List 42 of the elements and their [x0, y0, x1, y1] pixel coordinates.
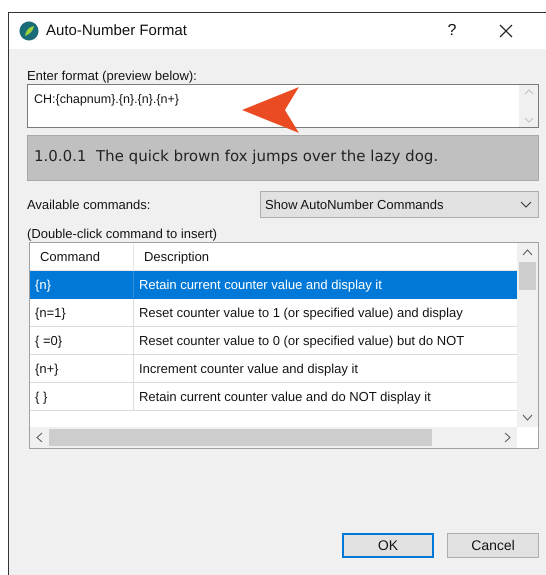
- preview-text: 1.0.0.1 The quick brown fox jumps over the lazy dog.: [27, 135, 539, 181]
- description-cell-text: Reset counter value to 0 (or specified value) but do NOT: [138, 332, 466, 350]
- description-cell-text: Reset counter value to 1 (or specified value) and display: [138, 304, 464, 322]
- description-cell-text: Increment counter value and display it: [138, 360, 359, 378]
- scroll-up-icon: [524, 89, 534, 95]
- command-cell: { }: [30, 383, 134, 410]
- horizontal-scrollbar[interactable]: [30, 427, 517, 448]
- format-label: Enter format (preview below):: [27, 67, 198, 84]
- scroll-down-icon: [522, 414, 533, 421]
- pointer-arrow-icon: [241, 85, 301, 135]
- column-header[interactable]: Description: [134, 243, 517, 270]
- command-cell: {n}: [30, 271, 134, 298]
- scroll-up-icon: [522, 249, 533, 256]
- scroll-thumb[interactable]: [49, 429, 432, 446]
- column-header[interactable]: Command: [30, 243, 134, 270]
- scroll-right-icon: [504, 432, 511, 443]
- leaf-logo-icon: [19, 21, 39, 41]
- close-icon: [499, 24, 513, 38]
- dialog-button[interactable]: Cancel: [447, 533, 539, 558]
- command-cell: {n+}: [30, 355, 134, 382]
- dialog-button[interactable]: OK: [342, 533, 434, 558]
- command-row[interactable]: {n} Retain current counter value and display it: [30, 271, 517, 299]
- command-cell: {n=1}: [30, 299, 134, 326]
- hint-text: (Double-click command to insert): [27, 225, 218, 242]
- scroll-down-icon: [524, 117, 534, 123]
- chevron-down-icon: [520, 201, 532, 208]
- commands-label: Available commands:: [27, 196, 152, 214]
- format-field[interactable]: CH:{chapnum}.{n}.{n}.{n+}: [27, 84, 539, 128]
- commands-dropdown[interactable]: Show AutoNumber Commands: [260, 191, 539, 218]
- command-row[interactable]: { } Retain current counter value and do NOT display it: [30, 383, 517, 411]
- help-button[interactable]: ?: [432, 13, 472, 49]
- description-cell-text: Retain current counter value and do NOT display it: [138, 388, 432, 406]
- scroll-thumb[interactable]: [519, 262, 536, 290]
- command-row[interactable]: { =0} Reset counter value to 0 (or specified value) but do NOT: [30, 327, 517, 355]
- command-cell: { =0}: [30, 327, 134, 354]
- scroll-left-icon: [36, 432, 43, 443]
- window-title: Auto-Number Format: [46, 20, 187, 41]
- vertical-scrollbar[interactable]: [519, 85, 538, 127]
- vertical-scrollbar[interactable]: [517, 243, 538, 427]
- command-row[interactable]: {n=1} Reset counter value to 1 (or specified value) and display: [30, 299, 517, 327]
- command-row[interactable]: {n+} Increment counter value and display it: [30, 355, 517, 383]
- description-cell-text: Retain current counter value and display it: [138, 276, 383, 294]
